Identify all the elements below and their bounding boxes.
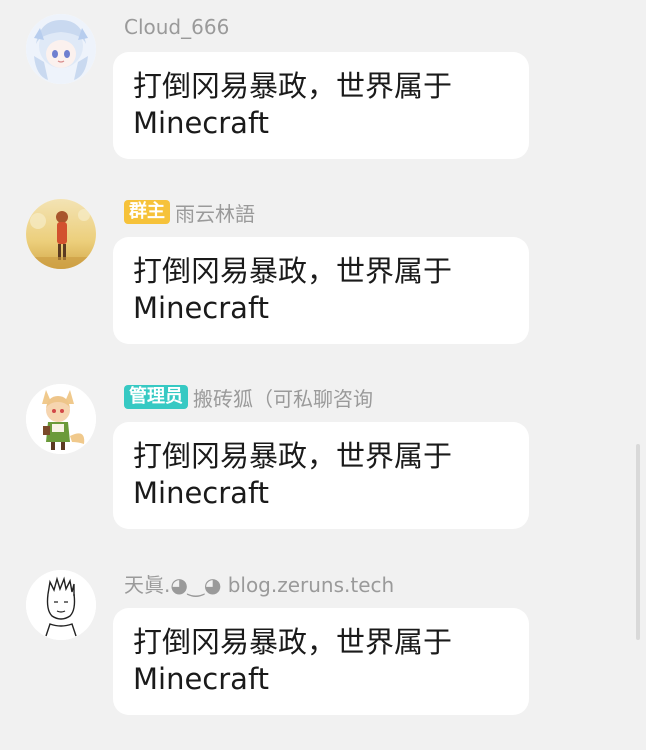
message-text-line: Minecraft <box>133 662 270 696</box>
sender-name-row: 群主 雨云林語 <box>124 198 255 227</box>
sketch-boy-avatar-icon[interactable] <box>26 570 96 640</box>
message-bubble[interactable]: 打倒冈易暴政，世界属于 Minecraft <box>113 237 529 344</box>
message-text-line: Minecraft <box>133 106 270 140</box>
sender-name[interactable]: Cloud_666 <box>124 15 229 39</box>
message-text-line: 打倒冈易暴政，世界属于 <box>133 69 453 103</box>
owner-badge: 群主 <box>124 200 170 224</box>
admin-badge: 管理员 <box>124 385 188 409</box>
sender-name[interactable]: 搬砖狐（可私聊咨询 <box>193 383 373 412</box>
message-text-line: Minecraft <box>133 476 270 510</box>
message-text-line: Minecraft <box>133 291 270 325</box>
message-text-line: 打倒冈易暴政，世界属于 <box>133 254 453 288</box>
sender-name[interactable]: 天眞.◕‿◕ blog.zeruns.tech <box>124 569 394 598</box>
sender-name-row: 管理员 搬砖狐（可私聊咨询 <box>124 383 373 412</box>
message-text-line: 打倒冈易暴政，世界属于 <box>133 439 453 473</box>
anime-girl-avatar-icon[interactable] <box>26 14 96 84</box>
fox-girl-avatar-icon[interactable] <box>26 384 96 454</box>
sender-name[interactable]: 雨云林語 <box>175 198 255 227</box>
scrollbar[interactable] <box>636 444 640 640</box>
sender-name-row: 天眞.◕‿◕ blog.zeruns.tech <box>124 569 394 598</box>
sender-name-row: Cloud_666 <box>124 14 229 40</box>
message-bubble[interactable]: 打倒冈易暴政，世界属于 Minecraft <box>113 52 529 159</box>
message-bubble[interactable]: 打倒冈易暴政，世界属于 Minecraft <box>113 608 529 715</box>
field-girl-avatar-icon[interactable] <box>26 199 96 269</box>
message-bubble[interactable]: 打倒冈易暴政，世界属于 Minecraft <box>113 422 529 529</box>
message-text-line: 打倒冈易暴政，世界属于 <box>133 625 453 659</box>
